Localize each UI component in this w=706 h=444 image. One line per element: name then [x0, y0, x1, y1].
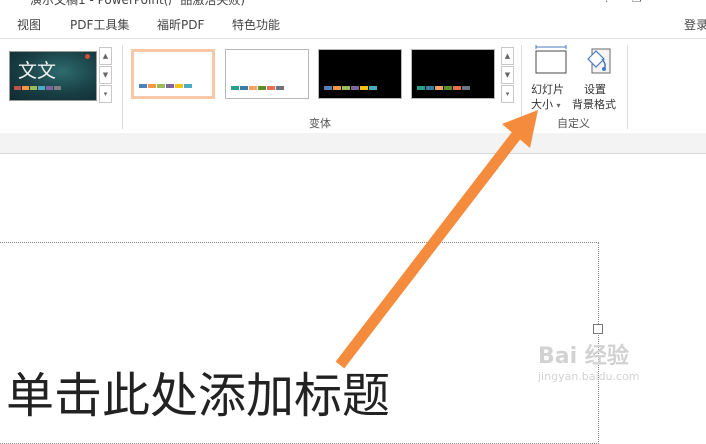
color-swatch	[462, 86, 470, 90]
color-swatch	[276, 86, 284, 90]
color-swatch	[175, 84, 183, 88]
help-icon[interactable]: ?	[604, 0, 610, 5]
color-swatch	[258, 86, 266, 90]
ribbon-bottom-strip	[0, 133, 706, 154]
restore-icon[interactable]: ❐	[632, 0, 642, 5]
color-swatch	[360, 86, 368, 90]
title-bar: 演示文稿1 - PowerPoint(产品激活失败) ? ❐	[0, 0, 706, 10]
variant-2[interactable]	[225, 49, 309, 99]
theme-color-bars	[14, 86, 61, 90]
variant-bg	[226, 50, 308, 98]
color-swatch	[231, 86, 239, 90]
color-swatch	[435, 86, 443, 90]
color-swatch	[148, 84, 156, 88]
color-swatch	[157, 84, 165, 88]
tab-foxit-pdf[interactable]: 福昕PDF	[157, 16, 204, 33]
color-swatch	[267, 86, 275, 90]
color-swatch	[240, 86, 248, 90]
format-background-icon	[587, 48, 611, 74]
color-swatch	[30, 86, 37, 90]
theme-label: 文文	[18, 60, 57, 82]
scroll-up-icon[interactable]: ▲	[99, 47, 112, 65]
color-swatch	[46, 86, 53, 90]
variant-bg	[319, 50, 401, 98]
variants-group-label: 变体	[309, 117, 331, 130]
group-divider	[122, 45, 123, 129]
color-swatch	[351, 86, 359, 90]
theme-thumbnail[interactable]: 文文	[9, 51, 97, 101]
variant-bg	[134, 52, 212, 96]
theme-accent-dot	[85, 54, 90, 59]
theme-gallery-scroll: ▲ ▼ ▾	[99, 47, 112, 104]
color-swatch	[333, 86, 341, 90]
color-swatch	[139, 84, 147, 88]
slide-title-placeholder[interactable]: 单击此处添加标题	[6, 356, 390, 426]
color-swatch	[249, 86, 257, 90]
variant-gallery-scroll: ▲ ▼ ▾	[501, 47, 514, 104]
variant-4[interactable]	[411, 49, 495, 99]
scroll-down-icon[interactable]: ▼	[99, 66, 112, 84]
variant-1[interactable]	[131, 49, 215, 99]
tab-pdf-tools[interactable]: PDF工具集	[70, 16, 129, 33]
color-swatch	[54, 86, 61, 90]
color-swatch	[324, 86, 332, 90]
color-swatch	[22, 86, 29, 90]
gallery-expand-icon[interactable]: ▾	[99, 85, 112, 103]
resize-handle[interactable]	[593, 324, 603, 334]
tab-view[interactable]: 视图	[17, 16, 41, 33]
format-bg-label-line2: 背景格式	[572, 98, 616, 111]
variant-color-bars	[231, 86, 284, 90]
variant-3[interactable]	[318, 49, 402, 99]
chevron-down-icon: ▾	[556, 101, 561, 110]
tab-special-features[interactable]: 特色功能	[232, 16, 280, 33]
scroll-down-icon[interactable]: ▼	[501, 66, 514, 84]
slide-size-icon	[535, 45, 567, 74]
variant-color-bars	[324, 86, 377, 90]
scroll-up-icon[interactable]: ▲	[501, 47, 514, 65]
color-swatch	[14, 86, 21, 90]
slide-size-button[interactable]: 幻灯片 大小 ▾	[525, 43, 575, 113]
ribbon: 文文 ▲ ▼ ▾ ▲ ▼ ▾ 变体 幻灯片 大小 ▾ 设置 背景格式 自定义	[0, 38, 706, 134]
ribbon-tabs: 视图 PDF工具集 福昕PDF 特色功能 登录	[0, 10, 706, 38]
variant-color-bars	[417, 86, 470, 90]
color-swatch	[166, 84, 174, 88]
format-bg-label-line1: 设置	[584, 83, 606, 96]
customize-group-label: 自定义	[557, 117, 590, 130]
color-swatch	[417, 86, 425, 90]
color-swatch	[453, 86, 461, 90]
color-swatch	[342, 86, 350, 90]
color-swatch	[369, 86, 377, 90]
color-swatch	[444, 86, 452, 90]
color-swatch	[426, 86, 434, 90]
login-link[interactable]: 登录	[684, 16, 706, 33]
slide-editing-area: 单击此处添加标题	[0, 154, 706, 444]
format-background-button[interactable]: 设置 背景格式	[572, 43, 622, 113]
group-divider	[521, 45, 522, 129]
window-title: 演示文稿1 - PowerPoint(产品激活失败)	[30, 0, 246, 7]
color-swatch	[38, 86, 45, 90]
variant-bg	[412, 50, 494, 98]
group-divider	[627, 45, 628, 129]
variant-color-bars	[139, 84, 192, 88]
gallery-expand-icon[interactable]: ▾	[501, 85, 514, 103]
color-swatch	[184, 84, 192, 88]
